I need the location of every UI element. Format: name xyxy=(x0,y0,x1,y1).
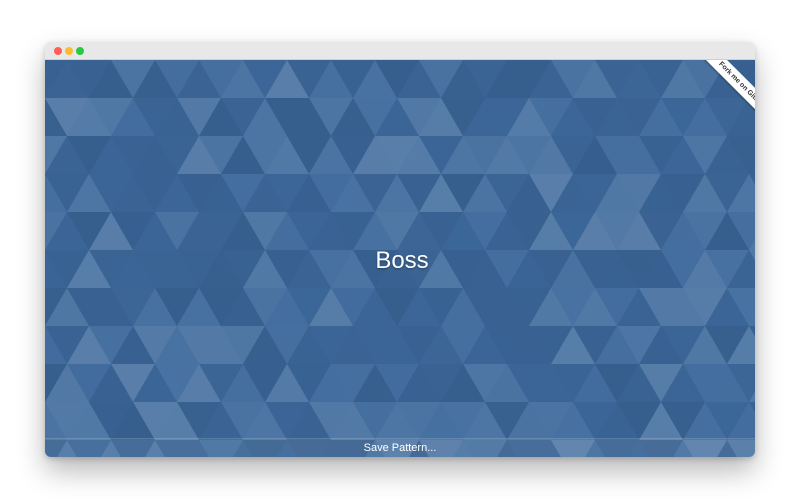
minimize-window-icon[interactable] xyxy=(65,47,73,55)
browser-window: Save Pattern... Fork me on GitHub xyxy=(45,42,755,457)
save-pattern-button[interactable]: Save Pattern... xyxy=(45,438,755,457)
fork-me-on-github-ribbon[interactable]: Fork me on GitHub xyxy=(697,60,755,130)
github-ribbon-container: Fork me on GitHub xyxy=(683,60,755,132)
window-titlebar xyxy=(45,42,755,60)
pattern-title-input[interactable] xyxy=(300,242,504,280)
zoom-window-icon[interactable] xyxy=(76,47,84,55)
pattern-viewport: Save Pattern... Fork me on GitHub xyxy=(45,60,755,457)
close-window-icon[interactable] xyxy=(54,47,62,55)
